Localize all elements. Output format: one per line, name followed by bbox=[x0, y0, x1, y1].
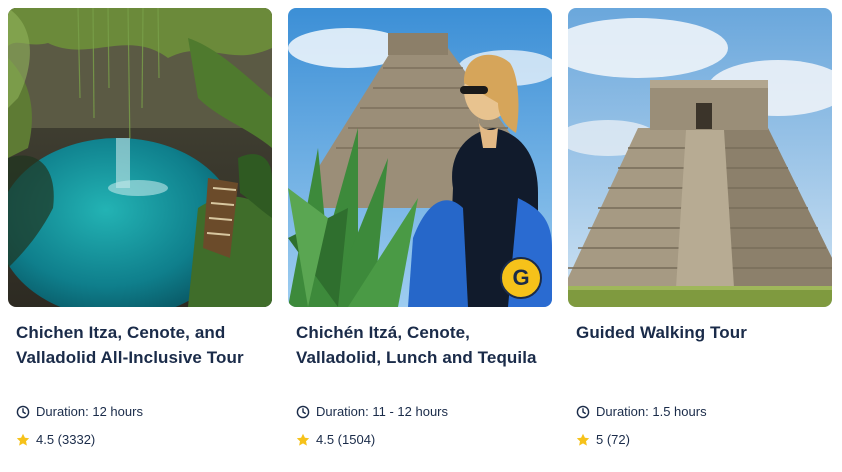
clock-icon bbox=[576, 405, 590, 419]
tour-card[interactable]: Chichen Itza, Cenote, and Valladolid All… bbox=[8, 8, 272, 464]
rating-row: 4.5 (1504) bbox=[296, 432, 375, 447]
duration-row: Duration: 1.5 hours bbox=[576, 404, 707, 419]
duration-row: Duration: 11 - 12 hours bbox=[296, 404, 448, 419]
tour-title[interactable]: Chichen Itza, Cenote, and Valladolid All… bbox=[16, 320, 266, 370]
tour-card-grid: Chichen Itza, Cenote, and Valladolid All… bbox=[0, 0, 842, 472]
tour-image-pyramid[interactable] bbox=[568, 8, 832, 307]
tour-title[interactable]: Chichén Itzá, Cenote, Valladolid, Lunch … bbox=[296, 320, 546, 370]
tour-image-cenote[interactable] bbox=[8, 8, 272, 307]
star-icon bbox=[296, 433, 310, 447]
tour-card[interactable]: G Chichén Itzá, Cenote, Valladolid, Lunc… bbox=[288, 8, 552, 464]
star-icon bbox=[576, 433, 590, 447]
rating-text: 4.5 (1504) bbox=[316, 432, 376, 447]
clock-icon bbox=[16, 405, 30, 419]
duration-row: Duration: 12 hours bbox=[16, 404, 143, 419]
rating-text: 4.5 (3332) bbox=[36, 432, 96, 447]
rating-text: 5 (72) bbox=[596, 432, 630, 447]
clock-icon bbox=[296, 405, 310, 419]
rating-row: 5 (72) bbox=[576, 432, 630, 447]
duration-text: Duration: 11 - 12 hours bbox=[316, 404, 448, 419]
tour-title[interactable]: Guided Walking Tour bbox=[576, 320, 826, 345]
duration-text: Duration: 1.5 hours bbox=[596, 404, 707, 419]
tour-card[interactable]: Guided Walking Tour Duration: 1.5 hours … bbox=[568, 8, 832, 464]
duration-text: Duration: 12 hours bbox=[36, 404, 143, 419]
rating-row: 4.5 (3332) bbox=[16, 432, 95, 447]
star-icon bbox=[16, 433, 30, 447]
tour-image-pyramid-woman[interactable]: G bbox=[288, 8, 552, 307]
guide-badge: G bbox=[500, 257, 542, 299]
